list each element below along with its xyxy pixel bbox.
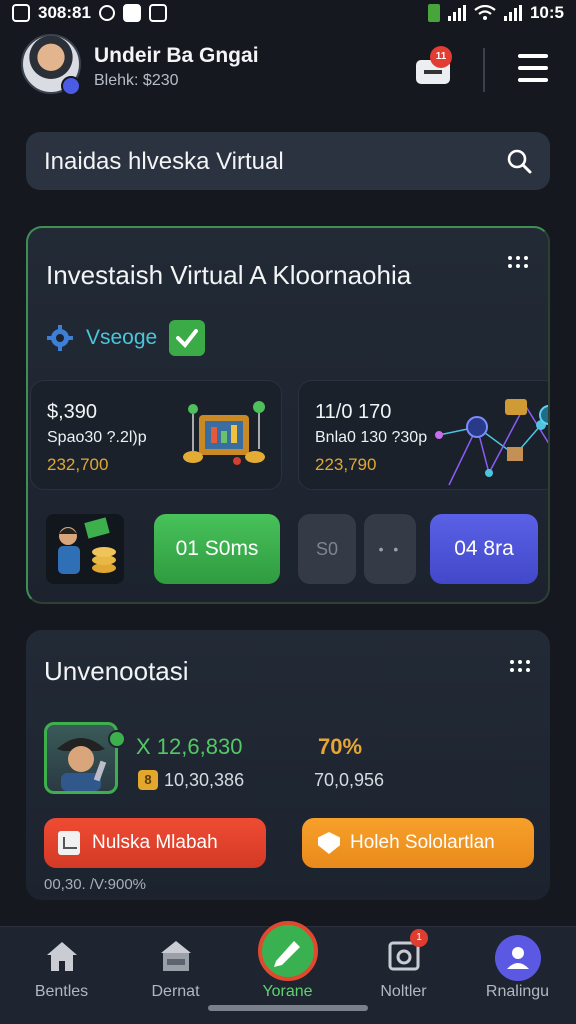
more-options-icon-2[interactable] bbox=[510, 660, 532, 676]
nav-label-home: Bentles bbox=[34, 983, 89, 1000]
stat-box-1[interactable]: $,390 Spao30 ?.2l)p 232,700 bbox=[30, 380, 282, 490]
house-icon bbox=[46, 942, 77, 971]
user-name: Undeir Ba Gngai bbox=[94, 44, 259, 67]
screenshot-icon bbox=[12, 4, 30, 22]
document-icon bbox=[58, 831, 80, 855]
header-divider bbox=[483, 48, 485, 92]
edit-icon bbox=[257, 921, 318, 981]
nav-label-center: Yorane bbox=[262, 983, 313, 1000]
coin-icon: 8 bbox=[138, 770, 158, 790]
portfolio-avatar[interactable] bbox=[44, 722, 118, 794]
nav-item-profile[interactable]: Rnalingu bbox=[460, 927, 575, 1024]
nav-notification-badge: 1 bbox=[410, 929, 428, 947]
portfolio-main-value: X 12,6,830 bbox=[136, 734, 243, 759]
nav-label-store: Dernat bbox=[151, 983, 200, 1000]
search-icon[interactable] bbox=[506, 148, 532, 174]
tag-row: Vseoge bbox=[46, 318, 206, 358]
stat-1-value: $,390 bbox=[47, 401, 98, 423]
stat-1-sub: Spao30 ?.2l)p bbox=[47, 429, 147, 446]
tag-label: Vseoge bbox=[86, 326, 158, 349]
investment-card: Investaish Virtual A Kloornaohia Vseoge … bbox=[26, 226, 550, 604]
app-icon bbox=[122, 4, 141, 22]
status-left-text: 308:81 bbox=[38, 3, 91, 22]
more-options-icon[interactable] bbox=[508, 256, 530, 272]
grid-icon bbox=[148, 4, 167, 22]
stat-box-2[interactable]: 11/0 170 Bnla0 130 ?30p 223,790 bbox=[298, 380, 548, 490]
signal-icon-2 bbox=[503, 5, 522, 21]
portfolio-sub-value-1: 10,30,386 bbox=[164, 770, 245, 790]
home-indicator[interactable] bbox=[208, 1005, 368, 1011]
shield-icon bbox=[318, 832, 340, 854]
summary-card: Unvenootasi X 12,6,830 70% 8 10,30,386 7… bbox=[26, 630, 550, 900]
portfolio-percent: 70% bbox=[318, 734, 363, 759]
search-bar[interactable]: Inaidas hlveska Virtual bbox=[26, 132, 550, 190]
investor-illustration-icon bbox=[58, 517, 116, 574]
summary-card-title: Unvenootasi bbox=[44, 656, 189, 686]
search-input[interactable]: Inaidas hlveska Virtual bbox=[44, 148, 284, 176]
gray-action-button-1[interactable]: S0 bbox=[298, 514, 356, 584]
stat-1-amount: 232,700 bbox=[47, 455, 109, 474]
nav-label-notifications: Noltler bbox=[380, 983, 427, 1000]
stat-2-value: 11/0 170 bbox=[315, 401, 392, 423]
nav-item-home[interactable]: Bentles bbox=[4, 927, 119, 1024]
check-icon bbox=[169, 320, 206, 356]
stat-2-amount: 223,790 bbox=[315, 455, 377, 474]
summary-footer-note: 00,30. /V:900% bbox=[44, 876, 147, 893]
investor-portrait-icon bbox=[57, 738, 107, 791]
red-action-label: Nulska Mlabah bbox=[92, 832, 218, 853]
signal-icon bbox=[447, 5, 466, 21]
network-graph-icon bbox=[435, 399, 548, 486]
portfolio-sub-value-2: 70,0,956 bbox=[314, 770, 385, 790]
investor-thumbnail[interactable] bbox=[46, 514, 124, 584]
status-bar: 308:81 10:5 bbox=[0, 0, 576, 26]
orange-action-label: Holeh Sololartlan bbox=[350, 832, 495, 853]
orange-action-button[interactable]: Holeh Sololartlan bbox=[302, 818, 534, 868]
profile-icon bbox=[494, 935, 541, 981]
treasure-chest-icon bbox=[183, 401, 265, 465]
battery-icon bbox=[427, 4, 440, 22]
investment-card-title: Investaish Virtual A Kloornaohia bbox=[46, 260, 412, 290]
store-icon bbox=[160, 941, 191, 971]
menu-button[interactable] bbox=[518, 54, 548, 82]
red-action-button[interactable]: Nulska Mlabah bbox=[44, 818, 266, 868]
notification-count-badge: 11 bbox=[430, 46, 452, 68]
blue-action-button[interactable]: 04 8ra bbox=[430, 514, 538, 584]
user-balance: Blehk: $230 bbox=[94, 72, 179, 89]
app-header: Undeir Ba Gngai Blehk: $230 11 bbox=[0, 30, 576, 106]
green-action-button[interactable]: 01 S0ms bbox=[154, 514, 280, 584]
nav-label-profile: Rnalingu bbox=[485, 983, 550, 1000]
hamburger-icon bbox=[518, 54, 548, 58]
notifications-button[interactable]: 11 bbox=[414, 46, 454, 86]
wifi-icon bbox=[474, 5, 496, 20]
settings-icon bbox=[98, 5, 115, 21]
status-time: 10:5 bbox=[529, 3, 564, 22]
verified-check-icon bbox=[108, 730, 126, 748]
gear-icon bbox=[47, 325, 73, 351]
stat-2-sub: Bnla0 130 ?30p bbox=[315, 429, 428, 446]
verified-badge-icon bbox=[61, 76, 81, 96]
gray-action-button-2[interactable]: • • bbox=[364, 514, 416, 584]
